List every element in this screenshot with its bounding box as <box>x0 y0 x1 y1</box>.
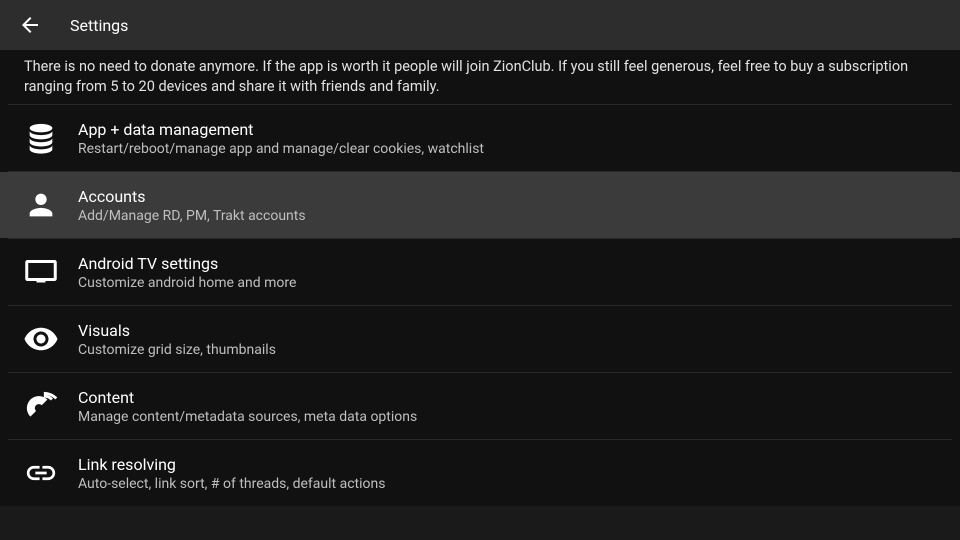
item-title: Visuals <box>78 321 276 340</box>
page-title: Settings <box>70 16 128 35</box>
header: Settings <box>0 0 960 50</box>
database-icon <box>22 119 60 157</box>
item-text: Visuals Customize grid size, thumbnails <box>78 321 276 358</box>
settings-item-content[interactable]: Content Manage content/metadata sources,… <box>0 373 960 439</box>
settings-content: There is no need to donate anymore. If t… <box>0 50 960 506</box>
tv-icon <box>22 253 60 291</box>
settings-item-app-data[interactable]: App + data management Restart/reboot/man… <box>0 105 960 171</box>
item-subtitle: Restart/reboot/manage app and manage/cle… <box>78 141 484 157</box>
item-subtitle: Manage content/metadata sources, meta da… <box>78 409 417 425</box>
item-text: Content Manage content/metadata sources,… <box>78 388 417 425</box>
item-text: Android TV settings Customize android ho… <box>78 254 296 291</box>
link-icon <box>22 454 60 492</box>
settings-item-visuals[interactable]: Visuals Customize grid size, thumbnails <box>0 306 960 372</box>
item-text: App + data management Restart/reboot/man… <box>78 120 484 157</box>
intro-text: There is no need to donate anymore. If t… <box>0 50 960 104</box>
item-subtitle: Customize grid size, thumbnails <box>78 342 276 358</box>
item-title: Android TV settings <box>78 254 296 273</box>
settings-item-accounts[interactable]: Accounts Add/Manage RD, PM, Trakt accoun… <box>0 172 960 238</box>
item-title: Accounts <box>78 187 306 206</box>
item-subtitle: Customize android home and more <box>78 275 296 291</box>
settings-item-link-resolving[interactable]: Link resolving Auto-select, link sort, #… <box>0 440 960 506</box>
person-icon <box>22 186 60 224</box>
item-title: Content <box>78 388 417 407</box>
item-text: Accounts Add/Manage RD, PM, Trakt accoun… <box>78 187 306 224</box>
settings-item-android-tv[interactable]: Android TV settings Customize android ho… <box>0 239 960 305</box>
back-icon[interactable] <box>18 13 42 37</box>
item-title: App + data management <box>78 120 484 139</box>
item-subtitle: Auto-select, link sort, # of threads, de… <box>78 476 385 492</box>
item-text: Link resolving Auto-select, link sort, #… <box>78 455 385 492</box>
eye-icon <box>22 320 60 358</box>
satellite-icon <box>22 387 60 425</box>
item-title: Link resolving <box>78 455 385 474</box>
item-subtitle: Add/Manage RD, PM, Trakt accounts <box>78 208 306 224</box>
